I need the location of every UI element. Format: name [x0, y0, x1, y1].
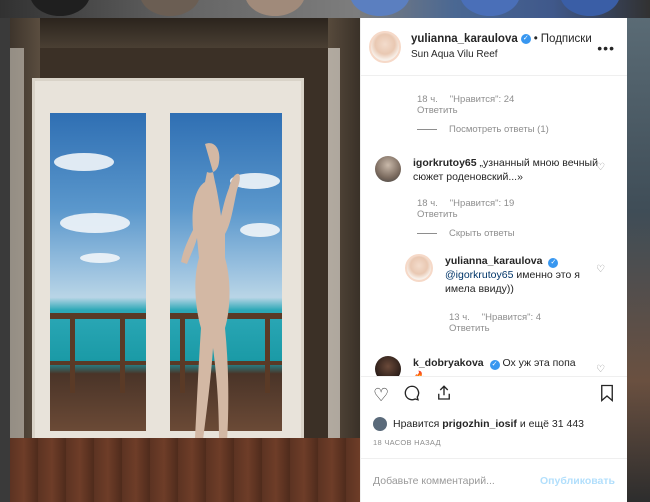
comment-text: Ох уж эта попа [502, 357, 576, 369]
view-replies-button[interactable]: Посмотреть ответы (1) [417, 124, 549, 135]
publish-button[interactable]: Опубликовать [540, 475, 615, 487]
likes-count[interactable]: и ещё 31 443 [520, 418, 584, 430]
photo-curtain-left [10, 48, 24, 458]
photo-window-left [50, 113, 146, 431]
post-header: yulianna_karaulova ✓ • Подписки Sun Aqua… [361, 18, 627, 76]
hide-replies-button[interactable]: Скрыть ответы [417, 228, 515, 239]
photo-floor [10, 438, 360, 502]
separator-dot: • [533, 32, 538, 45]
comments-list: 18 ч. "Нравится": 24 Ответить Посмотреть… [361, 76, 627, 376]
mention-link[interactable]: @igorkrutoy65 [445, 269, 513, 281]
comment-likes-count[interactable]: "Нравится": 24 [450, 94, 515, 105]
post-actions: ♡ Нравится prigozhin_iosif и ещё 31 443 … [361, 376, 627, 502]
background-feed-right [626, 18, 650, 502]
bookmark-icon[interactable] [599, 384, 615, 407]
post-modal: yulianna_karaulova ✓ • Подписки Sun Aqua… [10, 18, 627, 502]
comment-like-icon[interactable]: ♡ [596, 364, 605, 375]
photo-ceiling [10, 18, 360, 48]
share-icon[interactable] [435, 384, 453, 407]
add-comment-bar: Опубликовать [361, 458, 627, 502]
reply-button[interactable]: Ответить [417, 209, 514, 220]
replies-dash [417, 233, 437, 234]
comment-time: 18 ч. [417, 94, 438, 105]
commenter-avatar[interactable] [375, 356, 401, 376]
more-options-icon[interactable]: ••• [597, 40, 615, 56]
post-timestamp[interactable]: 18 ЧАСОВ НАЗАД [361, 435, 627, 451]
reply-button[interactable]: Ответить [449, 323, 541, 334]
verified-badge-icon: ✓ [489, 360, 500, 370]
heart-icon[interactable]: ♡ [373, 385, 389, 406]
comment-likes-count[interactable]: "Нравится": 4 [482, 312, 541, 323]
verified-badge-icon: ✓ [548, 258, 559, 268]
commenter-username[interactable]: yulianna_karaulova [445, 255, 542, 267]
replies-dash [417, 129, 437, 130]
following-button[interactable]: Подписки [541, 32, 592, 46]
verified-badge-icon: ✓ [520, 33, 531, 44]
commenter-avatar[interactable] [405, 254, 433, 282]
photo-curtain-right [328, 48, 340, 448]
comment-item: k_dobryakova ✓ Ох уж эта попа 🔥 [375, 356, 605, 376]
comments-panel: yulianna_karaulova ✓ • Подписки Sun Aqua… [360, 18, 627, 502]
commenter-avatar[interactable] [375, 156, 401, 182]
hide-replies-label: Скрыть ответы [449, 228, 515, 239]
post-photo[interactable] [10, 18, 360, 502]
view-replies-label: Посмотреть ответы (1) [449, 124, 549, 135]
comment-meta: 18 ч. "Нравится": 19 Ответить [417, 198, 514, 220]
comment-meta: 13 ч. "Нравится": 4 Ответить [449, 312, 541, 334]
reply-item: yulianna_karaulova ✓ @igorkrutoy65 именн… [405, 254, 605, 296]
liker-username[interactable]: prigozhin_iosif [442, 418, 517, 430]
comment-input[interactable] [373, 474, 541, 487]
likes-summary[interactable]: Нравится prigozhin_iosif и ещё 31 443 [361, 413, 627, 435]
commenter-username[interactable]: igorkrutoy65 [413, 157, 477, 169]
comment-time: 18 ч. [417, 198, 438, 209]
comment-time: 13 ч. [449, 312, 470, 323]
background-strip [0, 0, 650, 18]
comment-like-icon[interactable]: ♡ [596, 264, 605, 275]
comment-item: igorkrutoy65 „узнанный мною вечный сюжет… [375, 156, 605, 184]
comment-like-icon[interactable]: ♡ [596, 162, 605, 173]
comment-icon[interactable] [403, 384, 421, 407]
commenter-username[interactable]: k_dobryakova [413, 357, 484, 369]
comment-likes-count[interactable]: "Нравится": 19 [450, 198, 515, 209]
liker-avatar [373, 417, 387, 431]
author-username[interactable]: yulianna_karaulova [411, 32, 518, 46]
author-avatar[interactable] [369, 30, 401, 63]
post-location[interactable]: Sun Aqua Vilu Reef [411, 48, 592, 62]
photo-person-silhouette [181, 143, 240, 443]
background-feed-left [0, 18, 10, 502]
reply-button[interactable]: Ответить [417, 105, 514, 116]
likes-prefix: Нравится [393, 418, 440, 430]
comment-meta: 18 ч. "Нравится": 24 Ответить [417, 94, 514, 116]
